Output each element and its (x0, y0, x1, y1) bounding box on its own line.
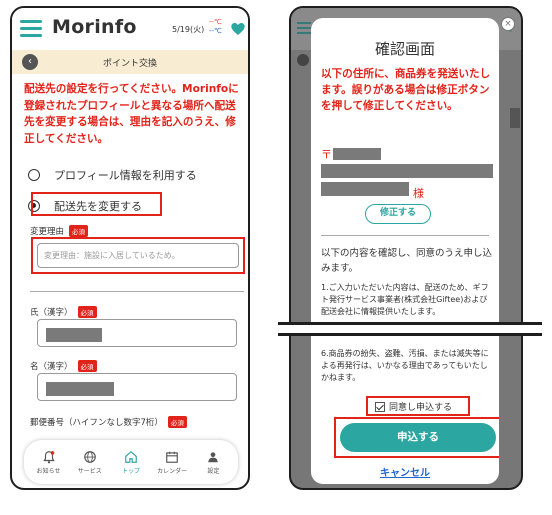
back-button[interactable]: ‹ (22, 54, 38, 70)
radio-button[interactable] (28, 169, 40, 181)
agree-label: 同意し申込する (389, 403, 453, 413)
redacted-address (321, 164, 493, 178)
bottom-nav: お知らせ サービス トップ カレンダー 設定 (24, 440, 238, 484)
nav-label: トップ (121, 467, 140, 475)
apply-button[interactable]: 申込する (340, 423, 496, 452)
redacted-postal-code (333, 148, 381, 160)
confirm-text: 以下の内容を確認し、同意のうえ申し込みます。 (321, 248, 493, 274)
reason-input[interactable]: 変更理由：施設に入居しているため。 (37, 243, 239, 268)
honorific: 様 (413, 187, 424, 200)
modal-notice: 以下の住所に、商品券を発送いたします。誤りがある場合は修正ボタンを押して修正して… (321, 68, 491, 112)
fix-button[interactable]: 修正する (365, 204, 431, 224)
cancel-link[interactable]: キャンセル (311, 464, 499, 479)
hamburger-menu-icon[interactable] (20, 20, 42, 37)
nav-item-calendar[interactable]: カレンダー (152, 450, 192, 475)
option-use-profile[interactable]: プロフィール情報を利用する (28, 167, 197, 183)
content-break-line-bottom (278, 333, 542, 336)
nav-label: 設定 (207, 467, 220, 475)
nav-item-top[interactable]: トップ (111, 450, 151, 475)
first-name-input[interactable] (37, 373, 237, 401)
agree-checkbox[interactable] (375, 401, 385, 412)
page-title: ポイント交換 (102, 59, 157, 69)
agree-checkbox-row[interactable]: 同意し申込する (375, 400, 452, 413)
redacted-text (46, 382, 114, 396)
highlight-box-change (31, 192, 162, 216)
home-icon (125, 450, 137, 463)
right-phone-screen: ♥ 確認画面 以下の住所に、商品券を発送いたします。誤りがある場合は修正ボタンを… (289, 6, 523, 490)
first-name-label-text: 名（漢字） (30, 362, 73, 372)
divider (321, 235, 489, 236)
postal-code-label: 郵便番号（ハイフンなし数字7桁） 必須 (30, 416, 187, 428)
app-header: Morinfo 5/19(火) --℃ --℃ (12, 8, 248, 50)
nav-item-services[interactable]: サービス (70, 450, 110, 475)
delivery-notice: 配送先の設定を行ってください。Morinfoに登録されたプロフィールと異なる場所… (24, 83, 239, 145)
bell-icon (42, 450, 55, 463)
required-badge: 必須 (77, 306, 97, 318)
temp-low: --℃ (209, 27, 222, 35)
nav-label: カレンダー (157, 467, 188, 475)
globe-icon (83, 450, 96, 463)
reason-label: 変更理由 必須 (30, 225, 89, 237)
last-name-label: 氏（漢字） 必須 (30, 306, 97, 318)
hamburger-menu-icon (297, 22, 311, 34)
terms-item-1: 1.ご入力いただいた内容は、配送のため、ギフト発行サービス事業者(株式会社Gif… (321, 283, 489, 316)
chevron-left-icon: ‹ (28, 56, 32, 67)
date-display: 5/19(火) (172, 25, 205, 34)
postal-code-label-text: 郵便番号（ハイフンなし数字7桁） (30, 418, 163, 428)
confirmation-modal: 確認画面 以下の住所に、商品券を発送いたします。誤りがある場合は修正ボタンを押し… (311, 18, 499, 484)
temperature-display: --℃ --℃ (209, 18, 222, 36)
last-name-input[interactable] (37, 319, 237, 347)
terms-item-6: 6.商品券の紛失、盗難、汚損、または滅失等による再発行は、いかなる理由であっても… (321, 349, 489, 382)
redacted-text (46, 328, 102, 342)
dimmed-background (510, 108, 520, 128)
postal-mark: 〒 (321, 148, 332, 161)
app-title: Morinfo (52, 16, 137, 38)
content-break-line-top (278, 322, 542, 325)
divider (30, 291, 244, 292)
first-name-label: 名（漢字） 必須 (30, 360, 97, 372)
required-badge: 必須 (167, 416, 187, 428)
person-icon (208, 451, 219, 462)
close-icon[interactable]: × (501, 17, 515, 31)
modal-title: 確認画面 (374, 40, 435, 58)
temp-high: --℃ (209, 18, 222, 26)
required-badge: 必須 (69, 225, 89, 237)
option-profile-label: プロフィール情報を利用する (54, 169, 197, 182)
nav-label: サービス (77, 467, 102, 475)
required-badge: 必須 (77, 360, 97, 372)
back-button (297, 54, 309, 66)
content-break-gap (278, 325, 542, 333)
calendar-icon (166, 451, 178, 463)
nav-label: お知らせ (36, 467, 61, 475)
heart-icon[interactable] (230, 21, 246, 37)
last-name-label-text: 氏（漢字） (30, 308, 73, 318)
left-phone-screen: Morinfo 5/19(火) --℃ --℃ ポイント交換 ‹ 配送先の設定を… (10, 6, 250, 490)
redacted-name (321, 182, 409, 196)
sub-header-bar: ポイント交換 ‹ (12, 50, 248, 74)
nav-item-settings[interactable]: 設定 (193, 450, 233, 475)
reason-label-text: 変更理由 (30, 227, 65, 237)
nav-item-notifications[interactable]: お知らせ (29, 450, 69, 475)
